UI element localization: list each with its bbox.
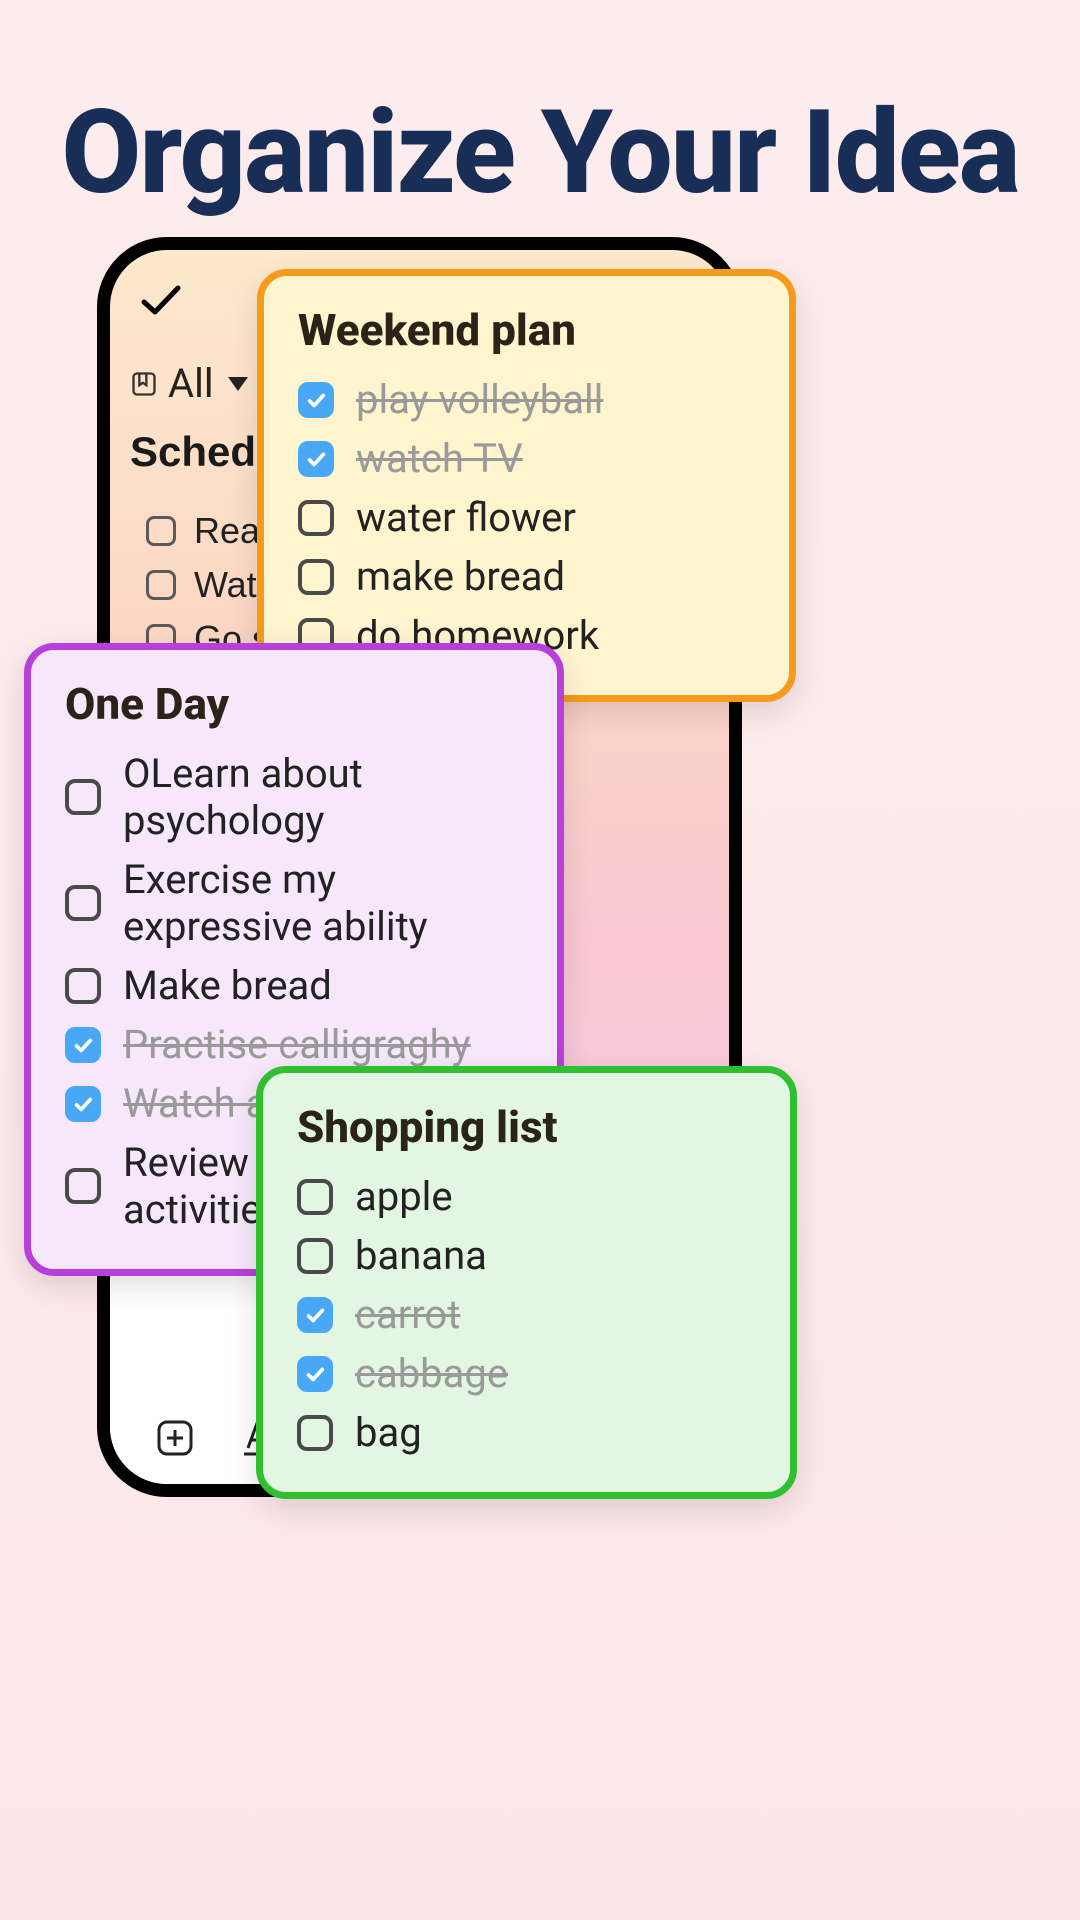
list-item-label: bag bbox=[355, 1409, 422, 1456]
bookmark-icon bbox=[130, 370, 158, 398]
checkbox-icon[interactable] bbox=[146, 570, 176, 600]
list-item-label: Exercise my expressive ability bbox=[123, 856, 523, 950]
checkbox-icon[interactable] bbox=[65, 1086, 101, 1122]
chevron-down-icon bbox=[228, 377, 248, 391]
list-item-label: Practise calligraghy bbox=[123, 1021, 471, 1068]
list-item[interactable]: cabbage bbox=[297, 1344, 756, 1403]
list-item-label: make bread bbox=[356, 553, 565, 600]
checkbox-icon[interactable] bbox=[298, 382, 334, 418]
checkbox-icon[interactable] bbox=[65, 1168, 101, 1204]
headline: Organize Your Idea bbox=[0, 85, 1080, 221]
checkbox-icon[interactable] bbox=[298, 441, 334, 477]
filter-label: All bbox=[168, 360, 214, 407]
list-item[interactable]: Make bread bbox=[65, 956, 523, 1015]
list-item[interactable]: banana bbox=[297, 1226, 756, 1285]
list-item[interactable]: Exercise my expressive ability bbox=[65, 850, 523, 956]
card-title: One Day bbox=[65, 678, 523, 730]
card-shopping-list[interactable]: Shopping list apple banana carrot cabbage ba… bbox=[256, 1066, 797, 1499]
checkbox-icon[interactable] bbox=[297, 1415, 333, 1451]
list-item[interactable]: water flower bbox=[298, 488, 755, 547]
list-item-label: banana bbox=[355, 1232, 487, 1279]
checkbox-icon[interactable] bbox=[298, 500, 334, 536]
checkmark-icon[interactable] bbox=[138, 278, 182, 322]
list-item-label: water flower bbox=[356, 494, 576, 541]
filter-dropdown[interactable]: All bbox=[130, 360, 248, 407]
checkbox-icon[interactable] bbox=[297, 1179, 333, 1215]
list-item-label: OLearn about psychology bbox=[123, 750, 523, 844]
card-title: Weekend plan bbox=[298, 304, 755, 356]
card-title: Shopping list bbox=[297, 1101, 756, 1153]
todo-list: play volleyball watch TV water flower make … bbox=[298, 370, 755, 665]
checkbox-icon[interactable] bbox=[297, 1297, 333, 1333]
list-item[interactable]: make bread bbox=[298, 547, 755, 606]
checkbox-icon[interactable] bbox=[146, 516, 176, 546]
card-weekend-plan[interactable]: Weekend plan play volleyball watch TV wate… bbox=[257, 269, 796, 702]
checkbox-icon[interactable] bbox=[297, 1238, 333, 1274]
add-icon[interactable] bbox=[155, 1418, 195, 1458]
checkbox-icon[interactable] bbox=[65, 968, 101, 1004]
list-item[interactable]: carrot bbox=[297, 1285, 756, 1344]
list-item-label: watch TV bbox=[356, 435, 523, 482]
list-item[interactable]: OLearn about psychology bbox=[65, 744, 523, 850]
list-item[interactable]: watch TV bbox=[298, 429, 755, 488]
list-item-label: Make bread bbox=[123, 962, 332, 1009]
checkbox-icon[interactable] bbox=[298, 559, 334, 595]
list-item-label: apple bbox=[355, 1173, 453, 1220]
checkbox-icon[interactable] bbox=[65, 885, 101, 921]
todo-list: apple banana carrot cabbage bag bbox=[297, 1167, 756, 1462]
list-item[interactable]: apple bbox=[297, 1167, 756, 1226]
checkbox-icon[interactable] bbox=[297, 1356, 333, 1392]
list-item-label: cabbage bbox=[355, 1350, 508, 1397]
list-item-label: carrot bbox=[355, 1291, 460, 1338]
list-item[interactable]: play volleyball bbox=[298, 370, 755, 429]
checkbox-icon[interactable] bbox=[65, 1027, 101, 1063]
list-item-label: play volleyball bbox=[356, 376, 603, 423]
list-item[interactable]: bag bbox=[297, 1403, 756, 1462]
checkbox-icon[interactable] bbox=[65, 779, 101, 815]
